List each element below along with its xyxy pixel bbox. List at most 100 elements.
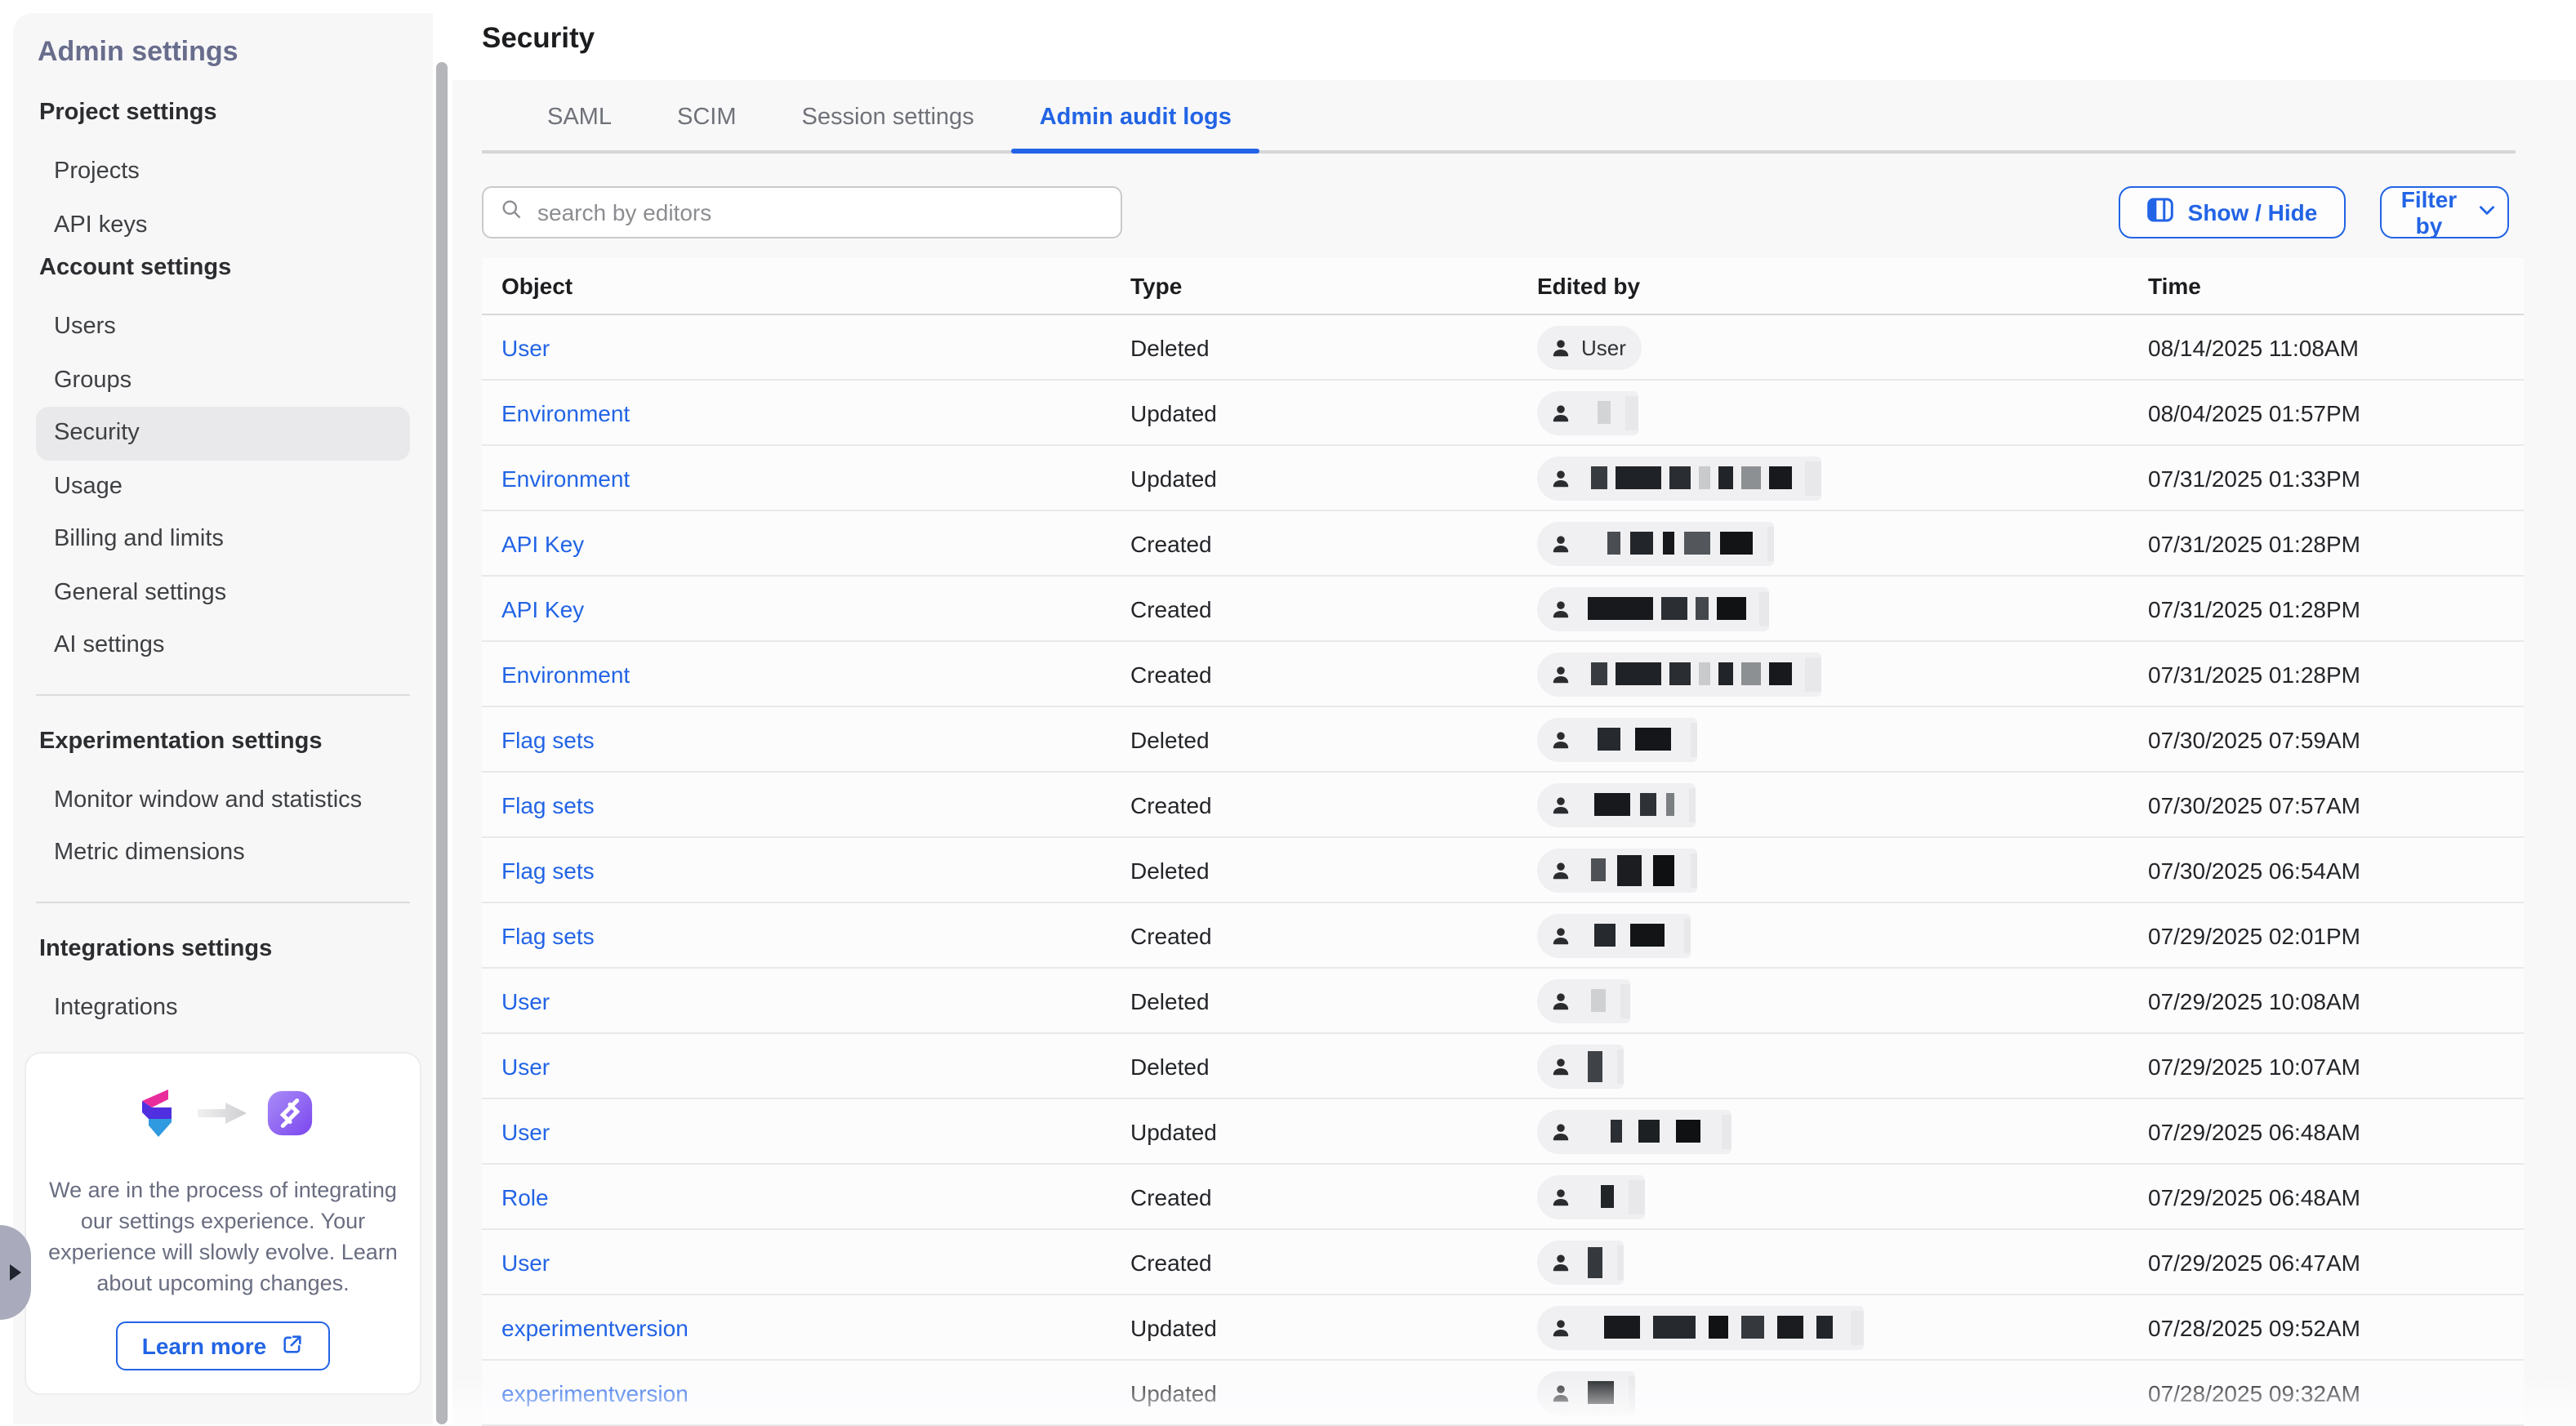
object-link[interactable]: Environment xyxy=(501,661,630,687)
sidebar-item-monitor-window-and-statistics[interactable]: Monitor window and statistics xyxy=(36,773,410,827)
object-link[interactable]: User xyxy=(501,1118,550,1144)
redaction-block xyxy=(1598,401,1611,424)
edited-by-cell xyxy=(1537,1044,1624,1088)
redacted-name xyxy=(1581,717,1697,761)
toolbar: Show / Hide Filter by xyxy=(482,186,2509,238)
object-link[interactable]: Environment xyxy=(501,465,630,491)
editor-chip xyxy=(1537,1240,1624,1284)
sidebar-item-groups[interactable]: Groups xyxy=(36,354,410,407)
table-row: EnvironmentUpdated07/31/2025 01:33PM xyxy=(482,446,2524,511)
sidebar-item-security[interactable]: Security xyxy=(36,407,410,460)
sidebar: Admin settings Project settingsProjectsA… xyxy=(13,13,433,1424)
object-link[interactable]: User xyxy=(501,987,550,1014)
object-link[interactable]: experimentversion xyxy=(501,1379,689,1406)
tab-admin-audit-logs[interactable]: Admin audit logs xyxy=(1038,105,1233,150)
object-link[interactable]: Flag sets xyxy=(501,791,595,818)
table-row: Flag sets Created 07/30/2025 07:57AM xyxy=(482,773,2524,838)
type-cell: Updated xyxy=(1130,399,1217,426)
sidebar-scrollbar-thumb[interactable] xyxy=(436,62,448,1424)
table-row: Environment Created 07/31/2025 01:28PM xyxy=(482,642,2524,707)
object-link[interactable]: Flag sets xyxy=(501,922,595,948)
redaction-tail xyxy=(1629,1179,1645,1214)
redaction-block xyxy=(1741,1316,1764,1339)
object-link[interactable]: experimentversion xyxy=(501,1314,689,1340)
editor-chip xyxy=(1537,652,1821,696)
object-link[interactable]: Environment xyxy=(501,399,630,426)
redacted-name xyxy=(1581,913,1691,957)
admin-settings-page: Admin settings Project settingsProjectsA… xyxy=(0,0,2576,1424)
type-cell: Updated xyxy=(1130,1118,1217,1144)
redaction-tail xyxy=(1617,1245,1624,1279)
object-link[interactable]: API Key xyxy=(501,530,584,556)
object-link[interactable]: User xyxy=(501,1053,550,1079)
sidebar-section-header-project-settings: Project settings xyxy=(13,88,433,137)
person-icon xyxy=(1550,336,1571,358)
time-cell: 07/31/2025 01:28PM xyxy=(2148,661,2360,687)
redaction-block xyxy=(1717,597,1746,620)
sidebar-section: Experimentation settingsMonitor window a… xyxy=(13,716,433,880)
time-cell: 07/29/2025 10:08AM xyxy=(2148,987,2360,1014)
sidebar-item-metric-dimensions[interactable]: Metric dimensions xyxy=(36,827,410,880)
type-cell: Created xyxy=(1130,922,1212,948)
type-cell: Created xyxy=(1130,791,1212,818)
type-cell: Deleted xyxy=(1130,987,1210,1014)
object-link[interactable]: API Key xyxy=(501,595,584,622)
sidebar-section: Integrations settingsIntegrations xyxy=(13,924,433,1034)
sidebar-item-projects[interactable]: Projects xyxy=(36,145,410,198)
redaction-tail xyxy=(1691,722,1697,756)
redaction-tail xyxy=(1689,787,1696,822)
table-row: UserCreated07/29/2025 06:47AM xyxy=(482,1230,2524,1295)
column-header-type: Type xyxy=(1130,273,1182,299)
object-link[interactable]: Role xyxy=(501,1183,549,1210)
redaction-block xyxy=(1594,924,1616,947)
time-cell: 07/30/2025 07:57AM xyxy=(2148,791,2360,818)
redaction-block xyxy=(1617,854,1642,885)
sidebar-item-users[interactable]: Users xyxy=(36,301,410,354)
redaction-block xyxy=(1669,466,1691,489)
learn-more-label: Learn more xyxy=(142,1333,267,1359)
sidebar-item-usage[interactable]: Usage xyxy=(36,460,410,513)
redaction-block xyxy=(1604,1316,1640,1339)
redaction-tail xyxy=(1684,918,1691,952)
learn-more-button[interactable]: Learn more xyxy=(116,1321,331,1370)
time-cell: 07/28/2025 09:32AM xyxy=(2148,1379,2360,1406)
redaction-tail xyxy=(1759,591,1769,626)
column-header-edited_by: Edited by xyxy=(1537,273,1640,299)
column-header-time: Time xyxy=(2148,273,2201,299)
redaction-block xyxy=(1640,793,1656,816)
tab-scim[interactable]: SCIM xyxy=(675,105,738,150)
person-icon xyxy=(1550,1251,1571,1272)
object-link[interactable]: Flag sets xyxy=(501,857,595,883)
time-cell: 07/29/2025 06:47AM xyxy=(2148,1249,2360,1275)
redaction-block xyxy=(1709,1316,1728,1339)
object-link[interactable]: User xyxy=(501,1249,550,1275)
redacted-name xyxy=(1581,586,1769,631)
edited-by-cell xyxy=(1537,652,1821,696)
redaction-block xyxy=(1588,1381,1614,1404)
redacted-name xyxy=(1581,521,1774,565)
redaction-block xyxy=(1741,466,1761,489)
table-header: ObjectTypeEdited byTime xyxy=(482,258,2524,315)
redaction-block xyxy=(1616,662,1661,685)
tab-session-settings[interactable]: Session settings xyxy=(800,105,976,150)
sidebar-item-ai-settings[interactable]: AI settings xyxy=(36,619,410,672)
table-row: API KeyCreated07/31/2025 01:28PM xyxy=(482,577,2524,642)
object-link[interactable]: User xyxy=(501,334,550,360)
tab-saml[interactable]: SAML xyxy=(546,105,613,150)
editor-name: User xyxy=(1581,335,1642,359)
redacted-name xyxy=(1581,390,1638,434)
redaction-block xyxy=(1601,1185,1614,1208)
sidebar-item-integrations[interactable]: Integrations xyxy=(36,981,410,1034)
object-link[interactable]: Flag sets xyxy=(501,726,595,752)
redaction-tail xyxy=(1851,1310,1864,1344)
search-input[interactable] xyxy=(534,198,1104,227)
person-icon xyxy=(1550,1382,1571,1403)
show-hide-button[interactable]: Show / Hide xyxy=(2119,186,2346,238)
sidebar-divider xyxy=(36,901,410,902)
table-row: RoleCreated07/29/2025 06:48AM xyxy=(482,1165,2524,1230)
sidebar-item-general-settings[interactable]: General settings xyxy=(36,566,410,619)
type-cell: Created xyxy=(1130,661,1212,687)
sidebar-item-billing-and-limits[interactable]: Billing and limits xyxy=(36,513,410,566)
promo-text: We are in the process of integrating our… xyxy=(48,1174,398,1299)
filter-by-button[interactable]: Filter by xyxy=(2380,186,2509,238)
